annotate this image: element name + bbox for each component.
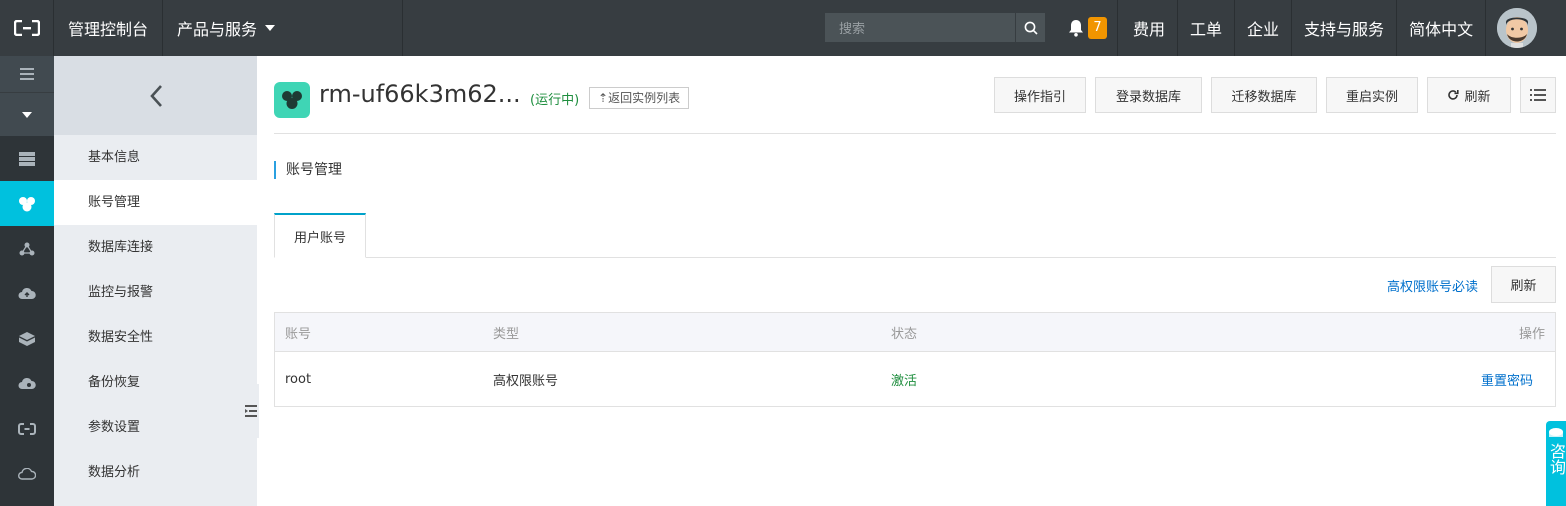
rail-item-network[interactable] [0, 226, 54, 271]
accounts-table: 账号 类型 状态 操作 root 高权限账号 激活 重置密码 [274, 312, 1556, 407]
reset-password-link[interactable]: 重置密码 [1481, 374, 1545, 389]
back-to-list-button[interactable]: ⇡返回实例列表 [589, 87, 690, 109]
section-title: 账号管理 [274, 161, 342, 179]
product-icon-rail [0, 56, 54, 506]
rail-item-server[interactable] [0, 136, 54, 181]
table-refresh-button[interactable]: 刷新 [1491, 266, 1556, 303]
refresh-icon [1448, 90, 1460, 100]
enterprise-link[interactable]: 企业 [1235, 0, 1293, 56]
rail-item-cloud-upload[interactable] [0, 271, 54, 316]
column-header-account: 账号 [285, 326, 312, 342]
list-icon [1530, 89, 1546, 101]
rds-icon [19, 196, 35, 211]
cell-type: 高权限账号 [493, 373, 559, 389]
table-header: 账号 类型 状态 操作 [275, 313, 1555, 352]
instance-sidebar: 基本信息 账号管理 数据库连接 监控与报警 数据安全性 备份恢复 参数设置 数据… [54, 56, 257, 506]
tab-user-accounts[interactable]: 用户账号 [274, 213, 366, 258]
privileged-account-guide-link[interactable]: 高权限账号必读 [1387, 276, 1478, 295]
notification-count-badge: 7 [1088, 17, 1107, 39]
box-icon [19, 331, 35, 346]
cell-account: root [285, 371, 312, 387]
avatar[interactable] [1486, 0, 1548, 56]
notifications-button[interactable]: 7 [1058, 0, 1118, 56]
search-input[interactable]: 搜索 [825, 18, 1015, 37]
back-to-list-label: 返回实例列表 [608, 91, 681, 105]
ticket-link[interactable]: 工单 [1178, 0, 1236, 56]
sidebar-item-data-security[interactable]: 数据安全性 [54, 315, 257, 360]
main-content: rm-uf66k3m62... (运行中) ⇡返回实例列表 操作指引 登录数据库… [257, 56, 1566, 506]
aliyun-logo-icon[interactable] [0, 0, 54, 56]
instance-name: rm-uf66k3m62... [319, 80, 521, 108]
restart-instance-button[interactable]: 重启实例 [1326, 77, 1418, 113]
upload-arrow-icon: ⇡ [598, 91, 609, 105]
support-link[interactable]: 支持与服务 [1292, 0, 1398, 56]
topbar-right-menu: 费用 工单 企业 支持与服务 简体中文 [1121, 0, 1548, 56]
rail-item-box[interactable] [0, 316, 54, 361]
cloud-icon [18, 467, 36, 480]
sidebar-item-basic-info[interactable]: 基本信息 [54, 135, 257, 180]
aliyun-icon [18, 422, 36, 435]
list-view-button[interactable] [1520, 77, 1556, 113]
sidebar-item-account-management[interactable]: 账号管理 [54, 180, 257, 225]
cloud-upload-icon [18, 287, 36, 299]
rail-item-aliyun[interactable] [0, 406, 54, 451]
consult-label: 咨询 [1547, 443, 1566, 475]
search-icon[interactable] [1015, 13, 1045, 42]
language-switch[interactable]: 简体中文 [1397, 0, 1487, 56]
table-row: root 高权限账号 激活 重置密码 [275, 352, 1555, 406]
rail-item-cloud-gear[interactable] [0, 361, 54, 406]
network-icon [19, 242, 35, 255]
column-header-actions: 操作 [1518, 326, 1545, 342]
consult-floating-button[interactable]: 咨询 [1546, 421, 1566, 506]
billing-link[interactable]: 费用 [1121, 0, 1179, 56]
column-header-type: 类型 [493, 326, 520, 342]
rds-instance-icon [274, 82, 310, 118]
products-menu[interactable]: 产品与服务 [163, 0, 404, 56]
login-db-button[interactable]: 登录数据库 [1095, 77, 1202, 113]
migrate-db-button[interactable]: 迁移数据库 [1211, 77, 1317, 113]
hamburger-icon [20, 68, 34, 80]
header-divider [274, 133, 1556, 134]
chat-icon [1549, 428, 1563, 437]
search-box[interactable]: 搜索 [825, 13, 1045, 42]
top-navigation-bar: 管理控制台 产品与服务 搜索 7 费用 工单 企业 支持与服务 简体中文 [0, 0, 1566, 56]
chevron-down-icon [265, 25, 276, 31]
operation-guide-button[interactable]: 操作指引 [994, 77, 1086, 113]
list-collapse-icon [245, 405, 257, 417]
chevron-left-icon [149, 84, 162, 107]
expand-products-button[interactable] [0, 92, 54, 136]
cloud-settings-icon [18, 377, 36, 389]
column-header-status: 状态 [891, 326, 918, 342]
instance-status: (运行中) [530, 93, 580, 108]
server-icon [19, 151, 35, 166]
refresh-label: 刷新 [1464, 89, 1491, 105]
sidebar-item-data-analysis[interactable]: 数据分析 [54, 450, 257, 495]
refresh-button[interactable]: 刷新 [1427, 77, 1511, 113]
sidebar-item-parameters[interactable]: 参数设置 [54, 405, 257, 450]
caret-down-icon [22, 111, 32, 118]
bell-icon [1069, 20, 1083, 37]
cell-status: 激活 [891, 373, 918, 389]
products-label: 产品与服务 [177, 20, 258, 39]
sidebar-item-monitoring[interactable]: 监控与报警 [54, 270, 257, 315]
tabs-divider [274, 257, 1556, 258]
back-arrow-button[interactable] [54, 56, 257, 135]
rail-item-rds[interactable] [0, 181, 54, 226]
sidebar-item-backup[interactable]: 备份恢复 [54, 360, 257, 405]
sidebar-item-db-connection[interactable]: 数据库连接 [54, 225, 257, 270]
menu-toggle-button[interactable] [0, 56, 54, 92]
rail-item-cloud[interactable] [0, 451, 54, 496]
console-link[interactable]: 管理控制台 [54, 0, 164, 56]
